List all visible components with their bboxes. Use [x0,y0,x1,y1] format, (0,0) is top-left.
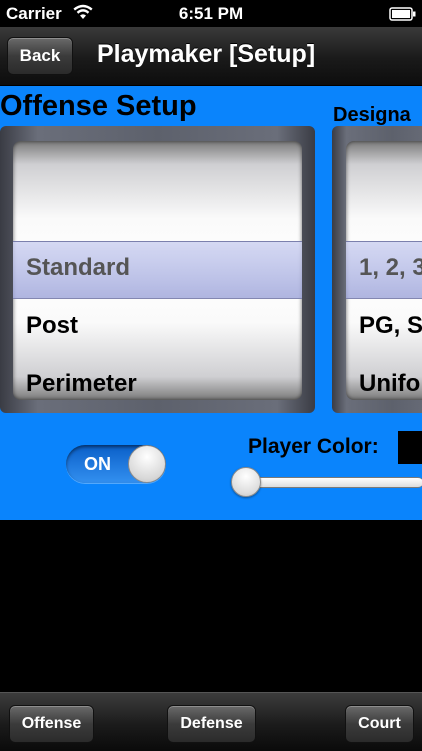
setup-panel: Offense Setup Designa Standard Post Peri… [0,86,422,520]
offense-setup-title: Offense Setup [0,90,197,122]
navigation-bar: Back Playmaker [Setup] [0,27,422,86]
page-title: Playmaker [Setup] [97,40,316,68]
battery-icon [389,6,417,26]
toggle-label: ON [84,454,111,474]
picker-option-perimeter[interactable]: Perimeter [26,370,137,398]
offense-picker-wheel[interactable]: Standard Post Perimeter [13,141,302,400]
designation-title: Designa [333,104,411,126]
picker-option-positions[interactable]: PG, S [359,312,422,340]
designation-picker-wheel[interactable]: 1, 2, 3 PG, S Unifo [346,141,422,400]
player-color-label: Player Color: [248,435,379,458]
designation-picker[interactable]: 1, 2, 3 PG, S Unifo [332,126,422,413]
picker-option-post[interactable]: Post [26,312,78,340]
court-button[interactable]: Court [345,705,414,743]
picker-option-standard[interactable]: Standard [26,254,130,282]
back-button[interactable]: Back [7,37,73,75]
player-color-slider-track[interactable] [244,477,422,488]
picker-option-uniform[interactable]: Unifo [359,370,420,398]
status-bar: Carrier 6:51 PM [0,0,422,27]
status-time: 6:51 PM [178,4,244,23]
offense-button[interactable]: Offense [9,705,94,743]
player-color-swatch [398,431,422,464]
defense-button[interactable]: Defense [167,705,256,743]
offense-setup-picker[interactable]: Standard Post Perimeter [0,126,315,413]
toggle-knob[interactable] [128,445,166,483]
picker-option-numbers[interactable]: 1, 2, 3 [359,254,422,282]
on-off-toggle[interactable]: ON [66,445,166,483]
bottom-toolbar: Offense Defense Court [0,692,422,751]
player-color-slider-thumb[interactable] [231,467,261,497]
